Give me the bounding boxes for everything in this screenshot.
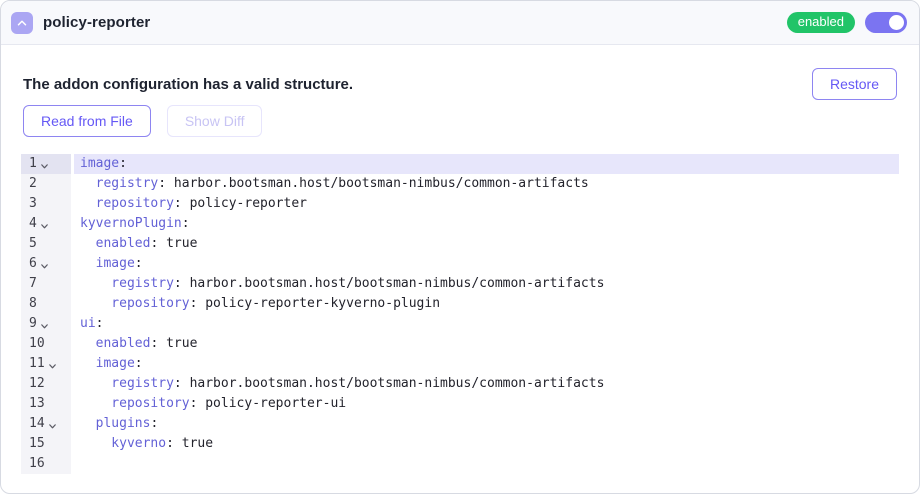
code-line-text: repository: policy-reporter [74, 194, 899, 214]
message-row: The addon configuration has a valid stru… [23, 68, 897, 100]
code-line-text: registry: harbor.bootsman.host/bootsman-… [74, 374, 899, 394]
collapse-button[interactable] [11, 12, 33, 34]
fold-chevron-down-icon[interactable] [40, 322, 49, 331]
code-line-text: registry: harbor.bootsman.host/bootsman-… [74, 274, 899, 294]
line-number: 11 [21, 354, 71, 374]
code-line-text: plugins: [74, 414, 899, 434]
addon-card: policy-reporter enabled The addon config… [0, 0, 920, 494]
line-number: 15 [21, 434, 71, 454]
code-line-text: kyvernoPlugin: [74, 214, 899, 234]
editor-line[interactable]: 10enabled: true [21, 334, 899, 354]
code-line-text: ui: [74, 314, 899, 334]
code-line-text: enabled: true [74, 334, 899, 354]
code-line-text: image: [74, 354, 899, 374]
line-number: 5 [21, 234, 71, 254]
editor-line[interactable]: 16 [21, 454, 899, 474]
editor-line[interactable]: 2registry: harbor.bootsman.host/bootsman… [21, 174, 899, 194]
read-from-file-button[interactable]: Read from File [23, 105, 151, 137]
code-line-text: kyverno: true [74, 434, 899, 454]
code-line-text: registry: harbor.bootsman.host/bootsman-… [74, 174, 899, 194]
restore-button[interactable]: Restore [812, 68, 897, 100]
show-diff-button[interactable]: Show Diff [167, 105, 263, 137]
card-header: policy-reporter enabled [1, 1, 919, 45]
header-left: policy-reporter [11, 12, 150, 34]
line-number: 8 [21, 294, 71, 314]
editor-line[interactable]: 11image: [21, 354, 899, 374]
editor-line[interactable]: 8repository: policy-reporter-kyverno-plu… [21, 294, 899, 314]
yaml-editor[interactable]: 1image:2registry: harbor.bootsman.host/b… [21, 154, 899, 474]
editor-line[interactable]: 9ui: [21, 314, 899, 334]
editor-line[interactable]: 15kyverno: true [21, 434, 899, 454]
line-number: 13 [21, 394, 71, 414]
card-body: The addon configuration has a valid stru… [1, 45, 919, 493]
code-line-text: repository: policy-reporter-ui [74, 394, 899, 414]
line-number: 12 [21, 374, 71, 394]
addon-title: policy-reporter [43, 14, 150, 31]
code-line-text: image: [74, 254, 899, 274]
fold-chevron-down-icon[interactable] [48, 422, 57, 431]
editor-line[interactable]: 14plugins: [21, 414, 899, 434]
line-number: 4 [21, 214, 71, 234]
status-badge: enabled [787, 12, 855, 33]
line-number: 14 [21, 414, 71, 434]
editor-line[interactable]: 6image: [21, 254, 899, 274]
line-number: 2 [21, 174, 71, 194]
validation-message: The addon configuration has a valid stru… [23, 76, 353, 93]
fold-chevron-down-icon[interactable] [40, 262, 49, 271]
code-line-text: repository: policy-reporter-kyverno-plug… [74, 294, 899, 314]
line-number: 3 [21, 194, 71, 214]
editor-line[interactable]: 5enabled: true [21, 234, 899, 254]
editor-line[interactable]: 1image: [21, 154, 899, 174]
enabled-toggle[interactable] [865, 12, 907, 33]
editor-line[interactable]: 3repository: policy-reporter [21, 194, 899, 214]
editor-line[interactable]: 4kyvernoPlugin: [21, 214, 899, 234]
code-line-text: image: [74, 154, 899, 174]
line-number: 6 [21, 254, 71, 274]
fold-chevron-down-icon[interactable] [40, 162, 49, 171]
editor-line[interactable]: 13repository: policy-reporter-ui [21, 394, 899, 414]
editor-line[interactable]: 7registry: harbor.bootsman.host/bootsman… [21, 274, 899, 294]
line-number: 16 [21, 454, 71, 474]
code-line-text [74, 454, 899, 474]
fold-chevron-down-icon[interactable] [48, 362, 57, 371]
line-number: 7 [21, 274, 71, 294]
line-number: 10 [21, 334, 71, 354]
editor-line[interactable]: 12registry: harbor.bootsman.host/bootsma… [21, 374, 899, 394]
chevron-up-icon [15, 16, 29, 30]
fold-chevron-down-icon[interactable] [40, 222, 49, 231]
code-line-text: enabled: true [74, 234, 899, 254]
line-number: 9 [21, 314, 71, 334]
line-number: 1 [21, 154, 71, 174]
actions-row: Read from File Show Diff [23, 105, 897, 137]
toggle-knob [889, 15, 904, 30]
header-right: enabled [787, 12, 907, 33]
